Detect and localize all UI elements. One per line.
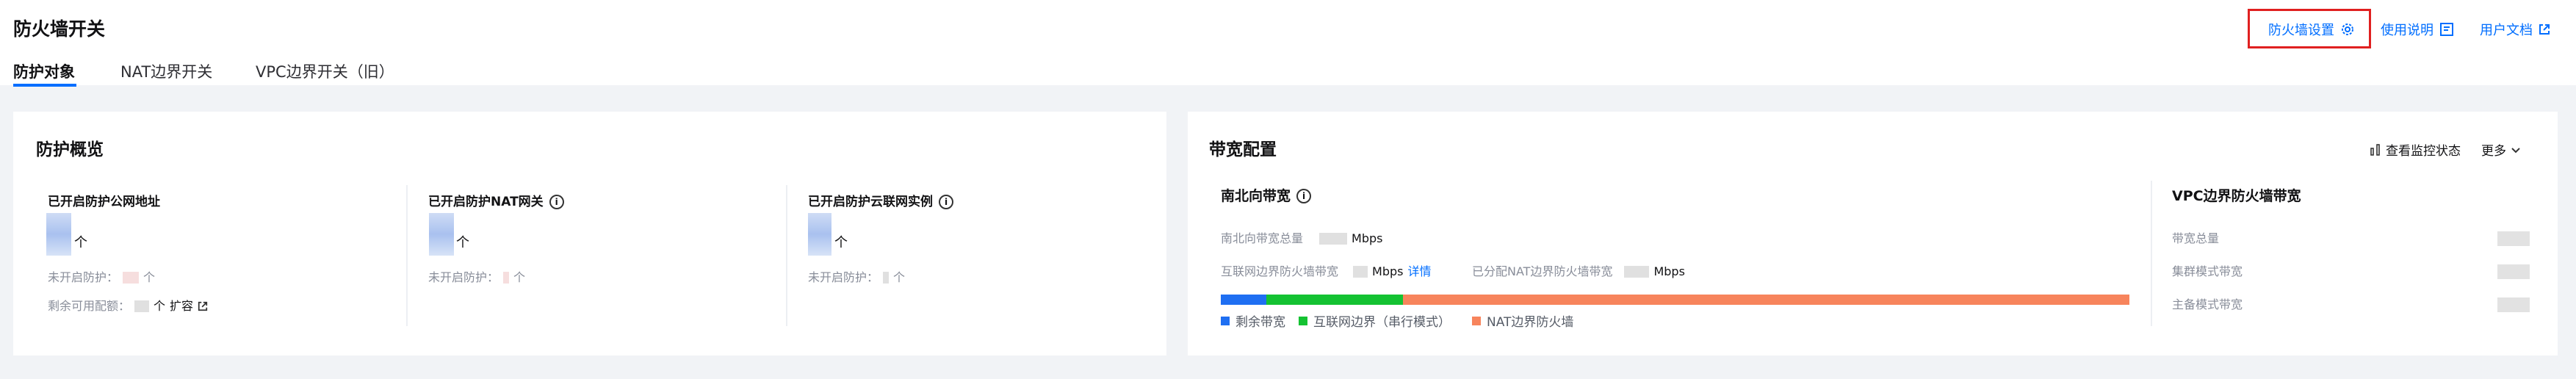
vpc-ha-mode-label: 主备模式带宽 bbox=[2172, 297, 2243, 311]
vpc-total-label: 带宽总量 bbox=[2172, 231, 2220, 245]
usage-guide-link[interactable]: 使用说明 bbox=[2381, 19, 2454, 40]
user-docs-link[interactable]: 用户文档 bbox=[2480, 19, 2550, 40]
nat-boundary-segment bbox=[1402, 295, 2129, 305]
redacted-value bbox=[2497, 231, 2530, 246]
stat-public-ip-label: 已开启防护公网地址 bbox=[48, 195, 160, 209]
public-ip-remaining-quota: 剩余可用配额： 个 扩容 bbox=[48, 297, 208, 315]
stat-nat-gateway-label: 已开启防护NAT网关 i bbox=[428, 192, 564, 212]
bandwidth-usage-bar bbox=[1221, 295, 2129, 305]
legend-remaining-bandwidth: 剩余带宽 bbox=[1221, 311, 1285, 330]
legend-internet-boundary: 互联网边界（串行模式） bbox=[1299, 311, 1451, 330]
tab-protection-objects[interactable]: 防护对象 bbox=[13, 61, 75, 83]
chevron-down-icon bbox=[2511, 147, 2520, 153]
vpc-bandwidth-title: VPC边界防火墙带宽 bbox=[2172, 188, 2301, 204]
user-docs-label: 用户文档 bbox=[2480, 23, 2533, 38]
redacted-value bbox=[1353, 266, 1368, 278]
stat-public-ip-unit: 个 bbox=[74, 235, 87, 250]
firewall-settings-link[interactable]: 防火墙设置 bbox=[2268, 19, 2355, 40]
info-icon[interactable]: i bbox=[1296, 189, 1312, 203]
redacted-value bbox=[503, 272, 510, 284]
bandwidth-config-title: 带宽配置 bbox=[1209, 140, 1277, 159]
stat-public-ip-value bbox=[46, 213, 71, 256]
redacted-value bbox=[1624, 266, 1650, 278]
legend-nat-boundary: NAT边界防火墙 bbox=[1472, 311, 1573, 330]
more-menu[interactable]: 更多 bbox=[2481, 140, 2521, 159]
view-monitoring-status[interactable]: 查看监控状态 bbox=[2370, 140, 2461, 159]
tab-vpc-boundary-switch-old[interactable]: VPC边界开关（旧） bbox=[256, 61, 394, 83]
legend-swatch bbox=[1472, 316, 1481, 325]
redacted-value bbox=[123, 272, 140, 284]
stat-nat-gateway-value bbox=[429, 213, 454, 256]
protection-overview-title: 防护概览 bbox=[36, 140, 104, 159]
ccn-instance-not-enabled: 未开启防护： 个 bbox=[808, 270, 906, 284]
legend-swatch bbox=[1221, 316, 1230, 325]
redacted-value bbox=[1319, 233, 1348, 245]
stat-ccn-instance-value bbox=[808, 213, 831, 256]
stat-ccn-instance-unit: 个 bbox=[834, 235, 848, 250]
divider bbox=[2151, 181, 2152, 326]
legend-swatch bbox=[1299, 316, 1307, 325]
usage-guide-label: 使用说明 bbox=[2381, 23, 2434, 38]
stat-nat-gateway-unit: 个 bbox=[456, 235, 469, 250]
redacted-value bbox=[134, 300, 150, 312]
public-ip-not-enabled: 未开启防护： 个 bbox=[48, 270, 156, 284]
nat-allocated-row: 已分配NAT边界防火墙带宽 Mbps bbox=[1472, 264, 1685, 278]
gear-icon bbox=[2342, 24, 2353, 35]
redacted-value bbox=[2497, 264, 2530, 279]
protection-overview-card bbox=[13, 112, 1166, 355]
divider bbox=[406, 185, 408, 326]
internet-boundary-row: 互联网边界防火墙带宽 Mbps 详情 bbox=[1221, 263, 1431, 281]
north-south-total-row: 南北向带宽总量 Mbps bbox=[1221, 231, 1383, 245]
external-link-icon[interactable] bbox=[198, 301, 208, 311]
redacted-value bbox=[883, 272, 890, 284]
vpc-cluster-mode-label: 集群模式带宽 bbox=[2172, 264, 2243, 278]
bar-chart-icon bbox=[2370, 143, 2380, 156]
divider bbox=[786, 185, 787, 326]
firewall-settings-label: 防火墙设置 bbox=[2268, 23, 2334, 38]
info-icon[interactable]: i bbox=[549, 195, 564, 209]
active-tab-indicator bbox=[13, 84, 76, 87]
document-icon bbox=[2440, 23, 2453, 36]
expand-quota-link[interactable]: 扩容 bbox=[170, 297, 193, 315]
redacted-value bbox=[2497, 297, 2530, 312]
stat-ccn-instance-label: 已开启防护云联网实例 i bbox=[808, 192, 953, 212]
info-icon[interactable]: i bbox=[939, 195, 953, 209]
north-south-bandwidth-title: 南北向带宽 i bbox=[1221, 187, 1312, 206]
remaining-bandwidth-segment bbox=[1221, 295, 1266, 305]
page-title: 防火墙开关 bbox=[13, 18, 106, 40]
external-link-icon bbox=[2539, 24, 2550, 35]
bandwidth-detail-link[interactable]: 详情 bbox=[1407, 263, 1431, 281]
internet-boundary-segment bbox=[1266, 295, 1403, 305]
nat-gateway-not-enabled: 未开启防护： 个 bbox=[428, 270, 526, 284]
tab-nat-boundary-switch[interactable]: NAT边界开关 bbox=[120, 61, 212, 83]
